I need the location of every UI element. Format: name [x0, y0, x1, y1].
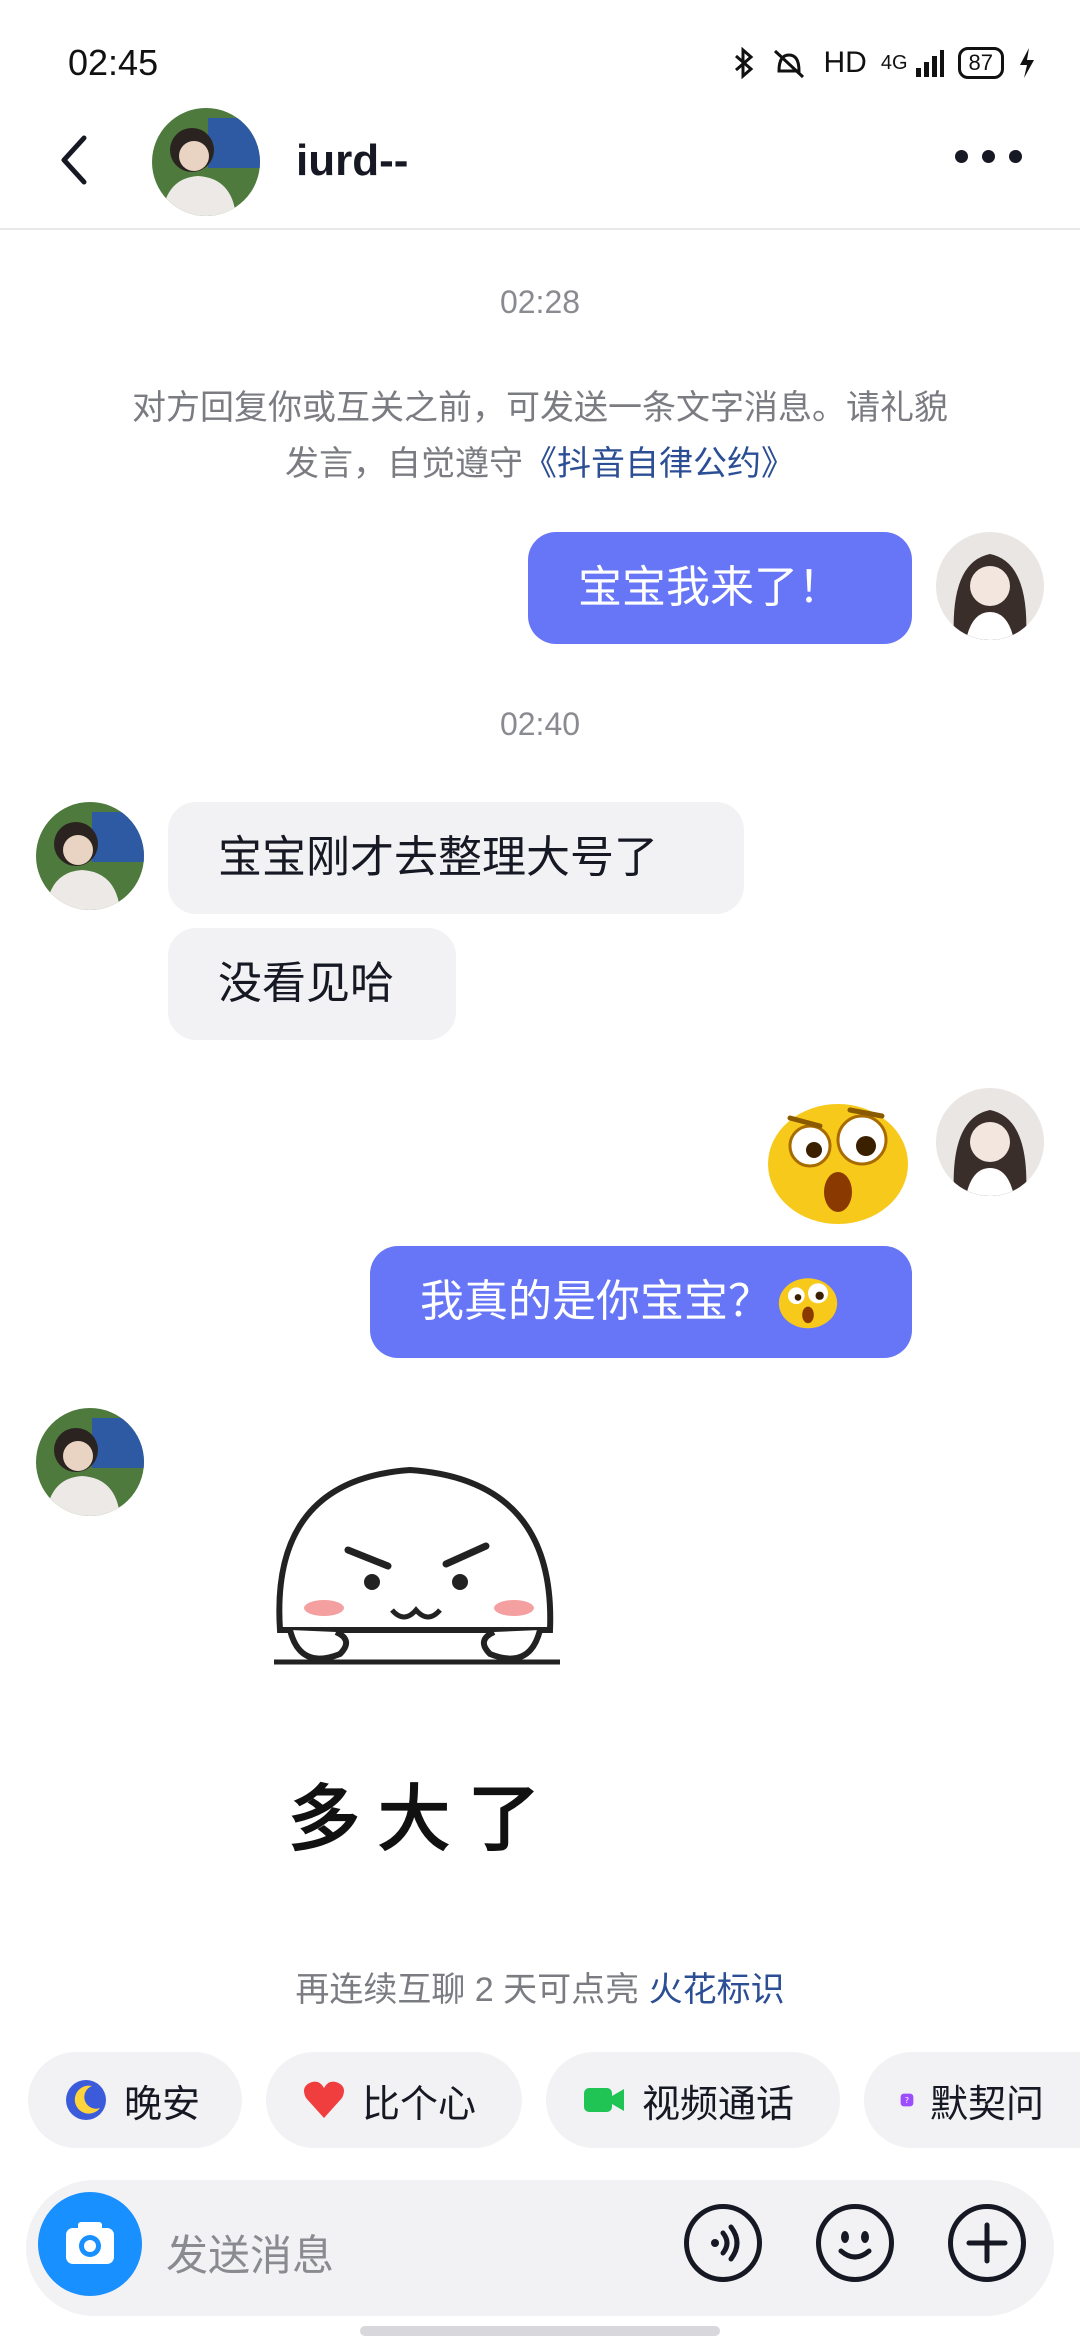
mute-icon [774, 49, 805, 79]
incoming-message[interactable]: 没看见哈 [168, 928, 456, 1040]
my-avatar[interactable] [936, 1088, 1044, 1196]
video-icon [584, 2088, 624, 2112]
avatar-girl-icon [936, 532, 1044, 640]
battery-icon: 87 [957, 47, 1004, 79]
surprised-emoji-icon [778, 1278, 838, 1329]
network-label: HD [823, 46, 867, 79]
more-options-button[interactable] [955, 150, 1022, 163]
avatar-boy-icon [36, 1408, 144, 1516]
home-indicator[interactable] [360, 2326, 720, 2336]
quick-reply-label: 默契问 [929, 2083, 1044, 2126]
outgoing-message[interactable]: 我真的是你宝宝？ [370, 1246, 912, 1358]
surprised-emoji-sticker[interactable] [766, 1096, 910, 1226]
voice-icon [711, 2224, 740, 2262]
contact-name[interactable]: iurd-- [296, 136, 408, 186]
smiley-icon [838, 2231, 872, 2260]
add-more-button[interactable] [948, 2204, 1026, 2282]
camera-button[interactable] [38, 2192, 142, 2296]
plus-icon [966, 2222, 1008, 2264]
question-icon: ? [900, 2093, 914, 2107]
bluetooth-icon [735, 47, 754, 79]
quick-reply-video-call[interactable]: 视频通话 [546, 2052, 840, 2148]
message-timestamp: 02:40 [499, 706, 581, 742]
my-avatar[interactable] [936, 532, 1044, 640]
status-time: 02:45 [68, 42, 159, 83]
back-button[interactable] [52, 130, 96, 190]
quick-reply-label: 视频通话 [642, 2083, 795, 2126]
streak-hint: 再连续互聊 2 天可点亮 火花标识 [0, 1962, 1080, 2011]
contact-avatar[interactable] [152, 108, 260, 216]
svg-text:?: ? [905, 2095, 909, 2105]
more-dot-icon [1009, 150, 1022, 163]
quick-reply-tacit-quiz[interactable]: ? 默契问 [864, 2052, 1080, 2148]
sticker-caption: 多大了 [288, 1780, 559, 1860]
more-dot-icon [955, 150, 968, 163]
quick-reply-label: 比个心 [362, 2083, 477, 2126]
outgoing-message-text: 我真的是你宝宝？ [420, 1277, 772, 1326]
angry-blob-sticker-icon [274, 1466, 560, 1665]
signal-label: 4G [880, 51, 908, 74]
avatar-boy-icon [152, 108, 260, 216]
meme-sticker[interactable]: 多大了 [260, 1440, 580, 1860]
community-guidelines-link[interactable]: 《抖音自律公约》 [523, 445, 795, 483]
incoming-message[interactable]: 宝宝刚才去整理大号了 [168, 802, 744, 914]
avatar-girl-icon [936, 1088, 1044, 1196]
contact-message-avatar[interactable] [36, 802, 144, 910]
quick-reply-heart[interactable]: 比个心 [266, 2052, 522, 2148]
heart-icon [304, 2081, 344, 2118]
message-timestamp: 02:28 [499, 284, 581, 320]
avatar-boy-icon [36, 802, 144, 910]
more-dot-icon [982, 150, 995, 163]
moon-icon [66, 2080, 106, 2120]
quick-reply-label: 晚安 [124, 2083, 201, 2126]
chevron-left-icon [61, 135, 87, 185]
contact-message-avatar[interactable] [36, 1408, 144, 1516]
camera-icon [66, 2222, 114, 2264]
charging-icon [1020, 48, 1034, 78]
system-notice: 对方回复你或互关之前，可发送一条文字消息。请礼貌发言，自觉遵守《抖音自律公约》 [130, 380, 950, 492]
signal-icon [915, 50, 944, 77]
message-input[interactable]: 发送消息 [166, 2222, 334, 2283]
emoji-button[interactable] [816, 2204, 894, 2282]
status-icons: HD 4G 87 [733, 46, 1036, 80]
voice-button[interactable] [684, 2204, 762, 2282]
surprised-emoji-icon [768, 1104, 908, 1224]
outgoing-message[interactable]: 宝宝我来了！ [528, 532, 912, 644]
quick-reply-goodnight[interactable]: 晚安 [28, 2052, 242, 2148]
spark-badge-link[interactable]: 火花标识 [649, 1971, 785, 2009]
streak-hint-text: 再连续互聊 2 天可点亮 [295, 1971, 640, 2009]
